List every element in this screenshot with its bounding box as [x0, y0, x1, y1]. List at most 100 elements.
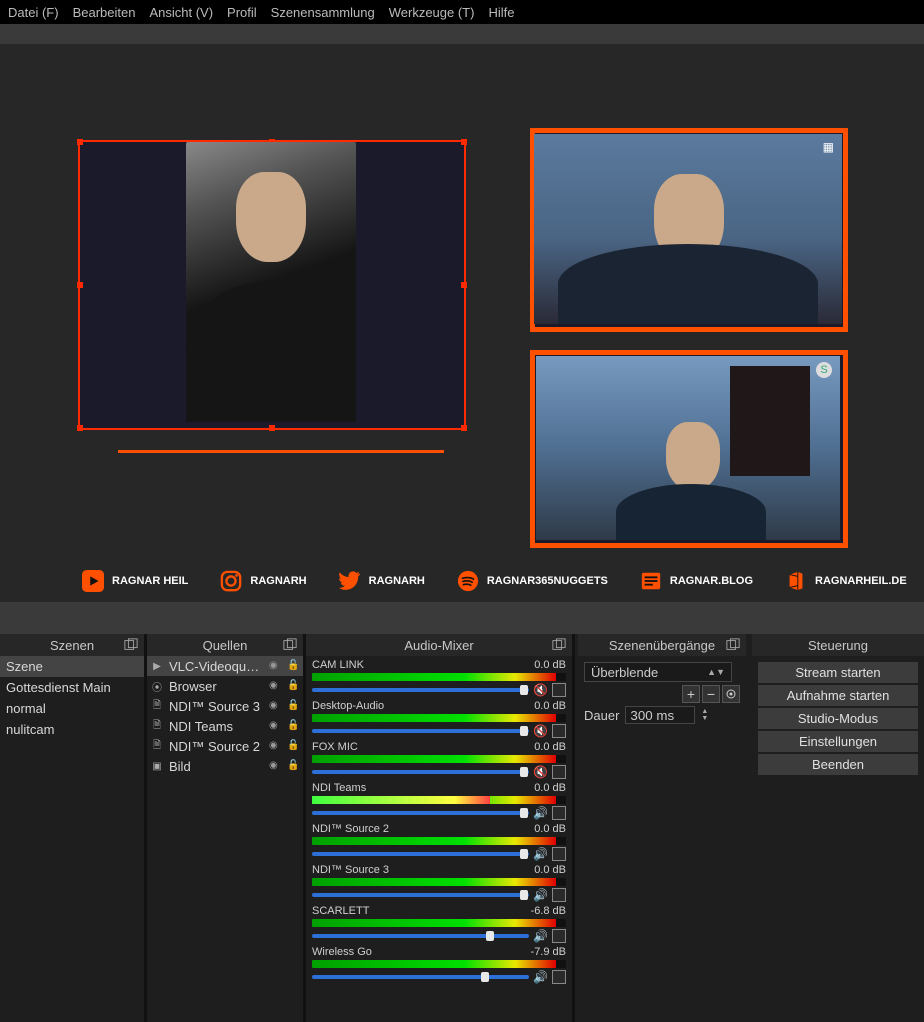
dock-header-transitions[interactable]: Szenenübergänge [578, 634, 746, 656]
source-name: Bild [169, 759, 263, 774]
visibility-toggle-icon[interactable]: ◉ [269, 760, 281, 772]
transition-add-button[interactable]: + [682, 685, 700, 703]
twitter-icon [339, 570, 361, 592]
duration-spinner[interactable]: ▲▼ [701, 708, 708, 722]
mixer-settings-button[interactable] [552, 806, 566, 820]
source-row[interactable]: ⦿Browser◉🔓 [147, 676, 303, 696]
lock-toggle-icon[interactable]: 🔓 [287, 660, 299, 672]
mixer-volume-slider[interactable] [312, 811, 529, 815]
source-row[interactable]: 🗎NDI Teams◉🔓 [147, 716, 303, 736]
mixer-volume-slider[interactable] [312, 893, 529, 897]
slider-thumb[interactable] [481, 972, 489, 982]
speaker-icon[interactable]: 🔊 [533, 970, 548, 984]
source-name: NDI Teams [169, 719, 263, 734]
mixer-settings-button[interactable] [552, 970, 566, 984]
preview-webcam-teams: ▦ [534, 134, 842, 324]
dock-header-scenes[interactable]: Szenen [0, 634, 144, 656]
mixer-settings-button[interactable] [552, 724, 566, 738]
slider-thumb[interactable] [520, 767, 528, 777]
poster-placeholder [730, 366, 810, 476]
mixer-meter [312, 960, 566, 968]
dock-header-sources[interactable]: Quellen [147, 634, 303, 656]
mixer-settings-button[interactable] [552, 765, 566, 779]
visibility-toggle-icon[interactable]: ◉ [269, 700, 281, 712]
mixer-settings-button[interactable] [552, 683, 566, 697]
slider-thumb[interactable] [520, 726, 528, 736]
scene-item[interactable]: Szene [0, 656, 144, 677]
transition-remove-button[interactable]: − [702, 685, 720, 703]
mixer-settings-button[interactable] [552, 888, 566, 902]
visibility-toggle-icon[interactable]: ◉ [269, 680, 281, 692]
social-row: RAGNAR HEIL RAGNARH RAGNARH RAGNAR365NUG… [82, 570, 907, 592]
mixer-volume-slider[interactable] [312, 852, 529, 856]
lock-toggle-icon[interactable]: 🔓 [287, 740, 299, 752]
exit-button[interactable]: Beenden [758, 754, 918, 775]
transition-select[interactable]: Überblende ▲▼ [584, 662, 732, 682]
menu-scenecollection[interactable]: Szenensammlung [271, 5, 375, 20]
mixer-slider-row: 🔊 [312, 806, 566, 820]
mixer-settings-button[interactable] [552, 929, 566, 943]
mixer-volume-slider[interactable] [312, 688, 529, 692]
slider-thumb[interactable] [520, 808, 528, 818]
dock-popout-icon[interactable] [283, 638, 297, 652]
scene-item[interactable]: Gottesdienst Main [0, 677, 144, 698]
social-label: RAGNAR.BLOG [670, 575, 753, 587]
mixer-channel: SCARLETT-6.8 dB🔊 [306, 902, 572, 943]
slider-thumb[interactable] [520, 849, 528, 859]
mute-icon[interactable]: 🔇 [533, 683, 548, 697]
lock-toggle-icon[interactable]: 🔓 [287, 700, 299, 712]
settings-button[interactable]: Einstellungen [758, 731, 918, 752]
menu-tools[interactable]: Werkzeuge (T) [389, 5, 475, 20]
scene-item[interactable]: nulitcam [0, 719, 144, 740]
chevron-down-icon: ▲▼ [707, 667, 725, 677]
mixer-channel-db: 0.0 dB [534, 823, 566, 835]
speaker-icon[interactable]: 🔊 [533, 847, 548, 861]
dock-popout-icon[interactable] [124, 638, 138, 652]
source-row[interactable]: 🗎NDI™ Source 2◉🔓 [147, 736, 303, 756]
visibility-toggle-icon[interactable]: ◉ [269, 720, 281, 732]
menu-edit[interactable]: Bearbeiten [73, 5, 136, 20]
mixer-channel-name: NDI™ Source 3 [312, 864, 389, 876]
visibility-toggle-icon[interactable]: ◉ [269, 740, 281, 752]
slider-thumb[interactable] [520, 685, 528, 695]
mute-icon[interactable]: 🔇 [533, 724, 548, 738]
source-row[interactable]: ▶VLC-Videoquelle◉🔓 [147, 656, 303, 676]
transition-settings-button[interactable] [722, 685, 740, 703]
record-start-button[interactable]: Aufnahme starten [758, 685, 918, 706]
menu-view[interactable]: Ansicht (V) [149, 5, 213, 20]
visibility-toggle-icon[interactable]: ◉ [269, 660, 281, 672]
speaker-icon[interactable]: 🔊 [533, 929, 548, 943]
lock-toggle-icon[interactable]: 🔓 [287, 680, 299, 692]
dock-popout-icon[interactable] [552, 638, 566, 652]
lock-toggle-icon[interactable]: 🔓 [287, 720, 299, 732]
mixer-settings-button[interactable] [552, 847, 566, 861]
speaker-icon[interactable]: 🔊 [533, 888, 548, 902]
speaker-icon[interactable]: 🔊 [533, 806, 548, 820]
source-row[interactable]: ▣Bild◉🔓 [147, 756, 303, 776]
mixer-volume-slider[interactable] [312, 934, 529, 938]
mixer-volume-slider[interactable] [312, 975, 529, 979]
studio-mode-button[interactable]: Studio-Modus [758, 708, 918, 729]
mixer-meter [312, 714, 566, 722]
mixer-volume-slider[interactable] [312, 770, 529, 774]
scene-item[interactable]: normal [0, 698, 144, 719]
mixer-meter [312, 919, 566, 927]
dock-header-mixer[interactable]: Audio-Mixer [306, 634, 572, 656]
menu-help[interactable]: Hilfe [488, 5, 514, 20]
menu-profile[interactable]: Profil [227, 5, 257, 20]
mixer-channel-db: -7.9 dB [531, 946, 566, 958]
lock-toggle-icon[interactable]: 🔓 [287, 760, 299, 772]
slider-thumb[interactable] [486, 931, 494, 941]
stream-start-button[interactable]: Stream starten [758, 662, 918, 683]
dock-header-controls[interactable]: Steuerung [752, 634, 924, 656]
preview-area[interactable]: ▦ S RAGNAR HEIL RAGNARH RAGNARH RAGNAR36… [0, 44, 924, 602]
slider-thumb[interactable] [520, 890, 528, 900]
mute-icon[interactable]: 🔇 [533, 765, 548, 779]
source-row[interactable]: 🗎NDI™ Source 3◉🔓 [147, 696, 303, 716]
mixer-slider-row: 🔇 [312, 724, 566, 738]
duration-input[interactable] [625, 706, 695, 724]
dock-popout-icon[interactable] [726, 638, 740, 652]
menu-file[interactable]: Datei (F) [8, 5, 59, 20]
mixer-volume-slider[interactable] [312, 729, 529, 733]
dock-scenes: Szenen Szene Gottesdienst Main normal nu… [0, 634, 144, 1022]
